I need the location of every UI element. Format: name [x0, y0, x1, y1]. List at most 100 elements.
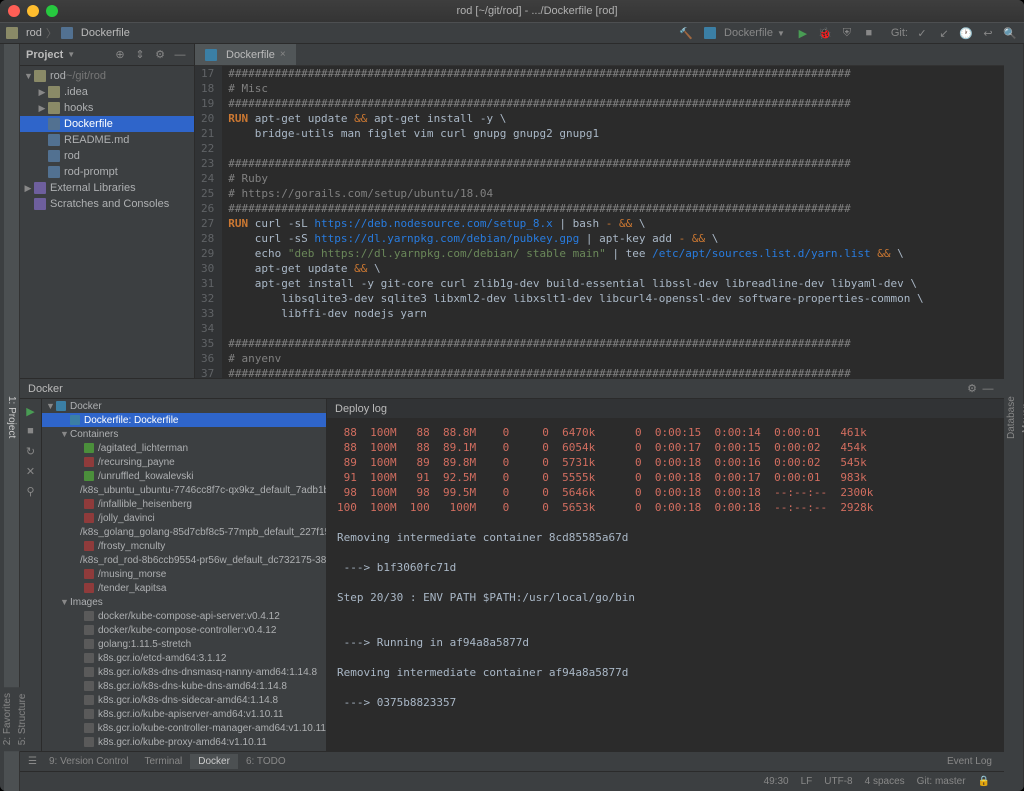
- docker-tree-node[interactable]: /jolly_davinci: [42, 511, 326, 525]
- run-config-dropdown[interactable]: Dockerfile ▼: [700, 25, 789, 41]
- gear-icon[interactable]: ⚙: [964, 381, 980, 397]
- stop-button[interactable]: ■: [23, 423, 39, 439]
- todo-tab[interactable]: 6: TODO: [238, 754, 294, 769]
- docker-tree-node[interactable]: k8s.gcr.io/etcd-amd64:3.1.12: [42, 651, 326, 665]
- project-tree-node[interactable]: ▼rod ~/git/rod: [20, 68, 194, 84]
- stop-button[interactable]: ■: [861, 25, 877, 41]
- lock-icon[interactable]: 🔒: [972, 776, 996, 787]
- breadcrumb-file: Dockerfile: [81, 27, 130, 39]
- status-bar: 49:30 LF UTF-8 4 spaces Git: master 🔒: [20, 771, 1004, 791]
- docker-tree-node[interactable]: ▼Containers: [42, 427, 326, 441]
- vcs-revert-button[interactable]: ↩: [980, 25, 996, 41]
- docker-tree-node[interactable]: /frosty_mcnulty: [42, 539, 326, 553]
- project-tree[interactable]: ▼rod ~/git/rod▶.idea▶hooksDockerfileREAD…: [20, 66, 194, 378]
- structure-tool-tab[interactable]: 5: Structure: [15, 687, 30, 751]
- docker-tree-node[interactable]: golang:1.11.5-stretch: [42, 637, 326, 651]
- project-tree-node[interactable]: README.md: [20, 132, 194, 148]
- project-tree-node[interactable]: Dockerfile: [20, 116, 194, 132]
- docker-tree-node[interactable]: k8s.gcr.io/k8s-dns-dnsmasq-nanny-amd64:1…: [42, 665, 326, 679]
- vcs-history-button[interactable]: 🕐: [958, 25, 974, 41]
- gear-icon[interactable]: ⚙: [152, 47, 168, 63]
- window-controls: [8, 5, 58, 17]
- docker-tree-node[interactable]: /unruffled_kowalevski: [42, 469, 326, 483]
- app-window: rod [~/git/rod] - .../Dockerfile [rod] r…: [0, 0, 1024, 791]
- docker-tab[interactable]: Docker: [190, 754, 238, 769]
- debug-button[interactable]: 🐞: [817, 25, 833, 41]
- database-tool-tab[interactable]: Database: [1004, 44, 1019, 791]
- docker-tree-node[interactable]: ▼Docker: [42, 399, 326, 413]
- line-separator[interactable]: LF: [795, 776, 819, 787]
- breadcrumb[interactable]: rod 〉 Dockerfile: [6, 25, 130, 41]
- breadcrumb-root: rod: [26, 27, 42, 39]
- docker-tree-node[interactable]: docker/kube-compose-api-server:v0.4.12: [42, 609, 326, 623]
- docker-tree-node[interactable]: k8s.gcr.io/kube-apiserver-amd64:v1.10.11: [42, 707, 326, 721]
- docker-panel-title: Docker: [28, 383, 63, 395]
- editor-body[interactable]: 1718192021222324252627282930313233343536…: [195, 66, 1004, 378]
- close-window-button[interactable]: [8, 5, 20, 17]
- docker-tree-node[interactable]: docker/kube-compose-controller:v0.4.12: [42, 623, 326, 637]
- deploy-log-tab[interactable]: Deploy log: [327, 399, 1004, 419]
- docker-tree-node[interactable]: k8s.gcr.io/kube-controller-manager-amd64…: [42, 721, 326, 735]
- project-tree-node[interactable]: ▶hooks: [20, 100, 194, 116]
- favorites-tool-tab[interactable]: 2: Favorites: [0, 687, 15, 751]
- docker-tree-node[interactable]: /infallible_heisenberg: [42, 497, 326, 511]
- code-area[interactable]: ########################################…: [222, 66, 1004, 378]
- version-control-tab[interactable]: 9: Version Control: [41, 754, 137, 769]
- terminal-tab[interactable]: Terminal: [136, 754, 190, 769]
- editor-tabs: Dockerfile ×: [195, 44, 1004, 66]
- redeploy-button[interactable]: ↻: [23, 443, 39, 459]
- docker-tree-node[interactable]: /k8s_golang_golang-85d7cbf8c5-77mpb_defa…: [42, 525, 326, 539]
- docker-log-panel: Deploy log 88 100M 88 88.8M 0 0 6470k 0 …: [327, 399, 1004, 751]
- search-everywhere-button[interactable]: 🔍: [1002, 25, 1018, 41]
- coverage-button[interactable]: ⛨: [839, 25, 855, 41]
- zoom-window-button[interactable]: [46, 5, 58, 17]
- git-branch-widget[interactable]: Git: master: [911, 776, 972, 787]
- docker-tree[interactable]: ▼Docker Dockerfile: Dockerfile▼Container…: [42, 399, 327, 751]
- cursor-position[interactable]: 49:30: [758, 776, 795, 787]
- project-panel-header: Project ▼ ⊕ ⇕ ⚙ —: [20, 44, 194, 66]
- project-tree-node[interactable]: Scratches and Consoles: [20, 196, 194, 212]
- docker-panel-header: Docker ⚙ —: [20, 379, 1004, 399]
- docker-tree-node[interactable]: k8s.gcr.io/k8s-dns-sidecar-amd64:1.14.8: [42, 693, 326, 707]
- collapse-all-icon[interactable]: ⇕: [132, 47, 148, 63]
- maven-tool-tab[interactable]: Maven: [1019, 44, 1024, 791]
- editor-tab-dockerfile[interactable]: Dockerfile ×: [195, 44, 297, 65]
- event-log-tab[interactable]: Event Log: [939, 754, 1000, 769]
- hide-panel-icon[interactable]: —: [980, 381, 996, 397]
- project-tree-node[interactable]: rod-prompt: [20, 164, 194, 180]
- docker-tree-node[interactable]: k8s.gcr.io/k8s-dns-kube-dns-amd64:1.14.8: [42, 679, 326, 693]
- hide-panel-icon[interactable]: —: [172, 47, 188, 63]
- filter-button[interactable]: ⚲: [23, 483, 39, 499]
- docker-tree-node[interactable]: /agitated_lichterman: [42, 441, 326, 455]
- docker-tree-node[interactable]: /tender_kapitsa: [42, 581, 326, 595]
- indent-widget[interactable]: 4 spaces: [859, 776, 911, 787]
- project-tree-node[interactable]: ▶.idea: [20, 84, 194, 100]
- project-tree-node[interactable]: rod: [20, 148, 194, 164]
- project-tool-tab[interactable]: 1: Project: [4, 44, 19, 791]
- delete-button[interactable]: ✕: [23, 463, 39, 479]
- docker-tree-node[interactable]: k8s.gcr.io/kube-proxy-amd64:v1.10.11: [42, 735, 326, 749]
- docker-tree-node[interactable]: Dockerfile: Dockerfile: [42, 413, 326, 427]
- docker-tree-node[interactable]: ▼Images: [42, 595, 326, 609]
- run-button[interactable]: ▶: [795, 25, 811, 41]
- scroll-from-source-icon[interactable]: ⊕: [112, 47, 128, 63]
- chevron-down-icon: ▼: [777, 29, 785, 38]
- deploy-button[interactable]: ▶: [23, 403, 39, 419]
- vcs-update-button[interactable]: ✓: [914, 25, 930, 41]
- git-label: Git:: [891, 27, 908, 39]
- build-button[interactable]: 🔨: [678, 25, 694, 41]
- file-encoding[interactable]: UTF-8: [818, 776, 858, 787]
- docker-tree-node[interactable]: /musing_morse: [42, 567, 326, 581]
- minimize-window-button[interactable]: [27, 5, 39, 17]
- docker-tree-node[interactable]: /recursing_payne: [42, 455, 326, 469]
- docker-tree-node[interactable]: /k8s_rod_rod-8b6ccb9554-pr56w_default_dc…: [42, 553, 326, 567]
- project-tree-node[interactable]: ▶External Libraries: [20, 180, 194, 196]
- line-number-gutter: 1718192021222324252627282930313233343536…: [195, 66, 222, 378]
- deploy-log-output[interactable]: 88 100M 88 88.8M 0 0 6470k 0 0:00:15 0:0…: [327, 419, 1004, 751]
- vcs-commit-button[interactable]: ↙: [936, 25, 952, 41]
- folder-icon: [6, 27, 18, 39]
- docker-tree-node[interactable]: /k8s_ubuntu_ubuntu-7746cc8f7c-qx9kz_defa…: [42, 483, 326, 497]
- structure-tool-tab-left[interactable]: ☰: [24, 756, 41, 767]
- close-icon[interactable]: ×: [280, 49, 286, 60]
- chevron-down-icon[interactable]: ▼: [67, 50, 75, 59]
